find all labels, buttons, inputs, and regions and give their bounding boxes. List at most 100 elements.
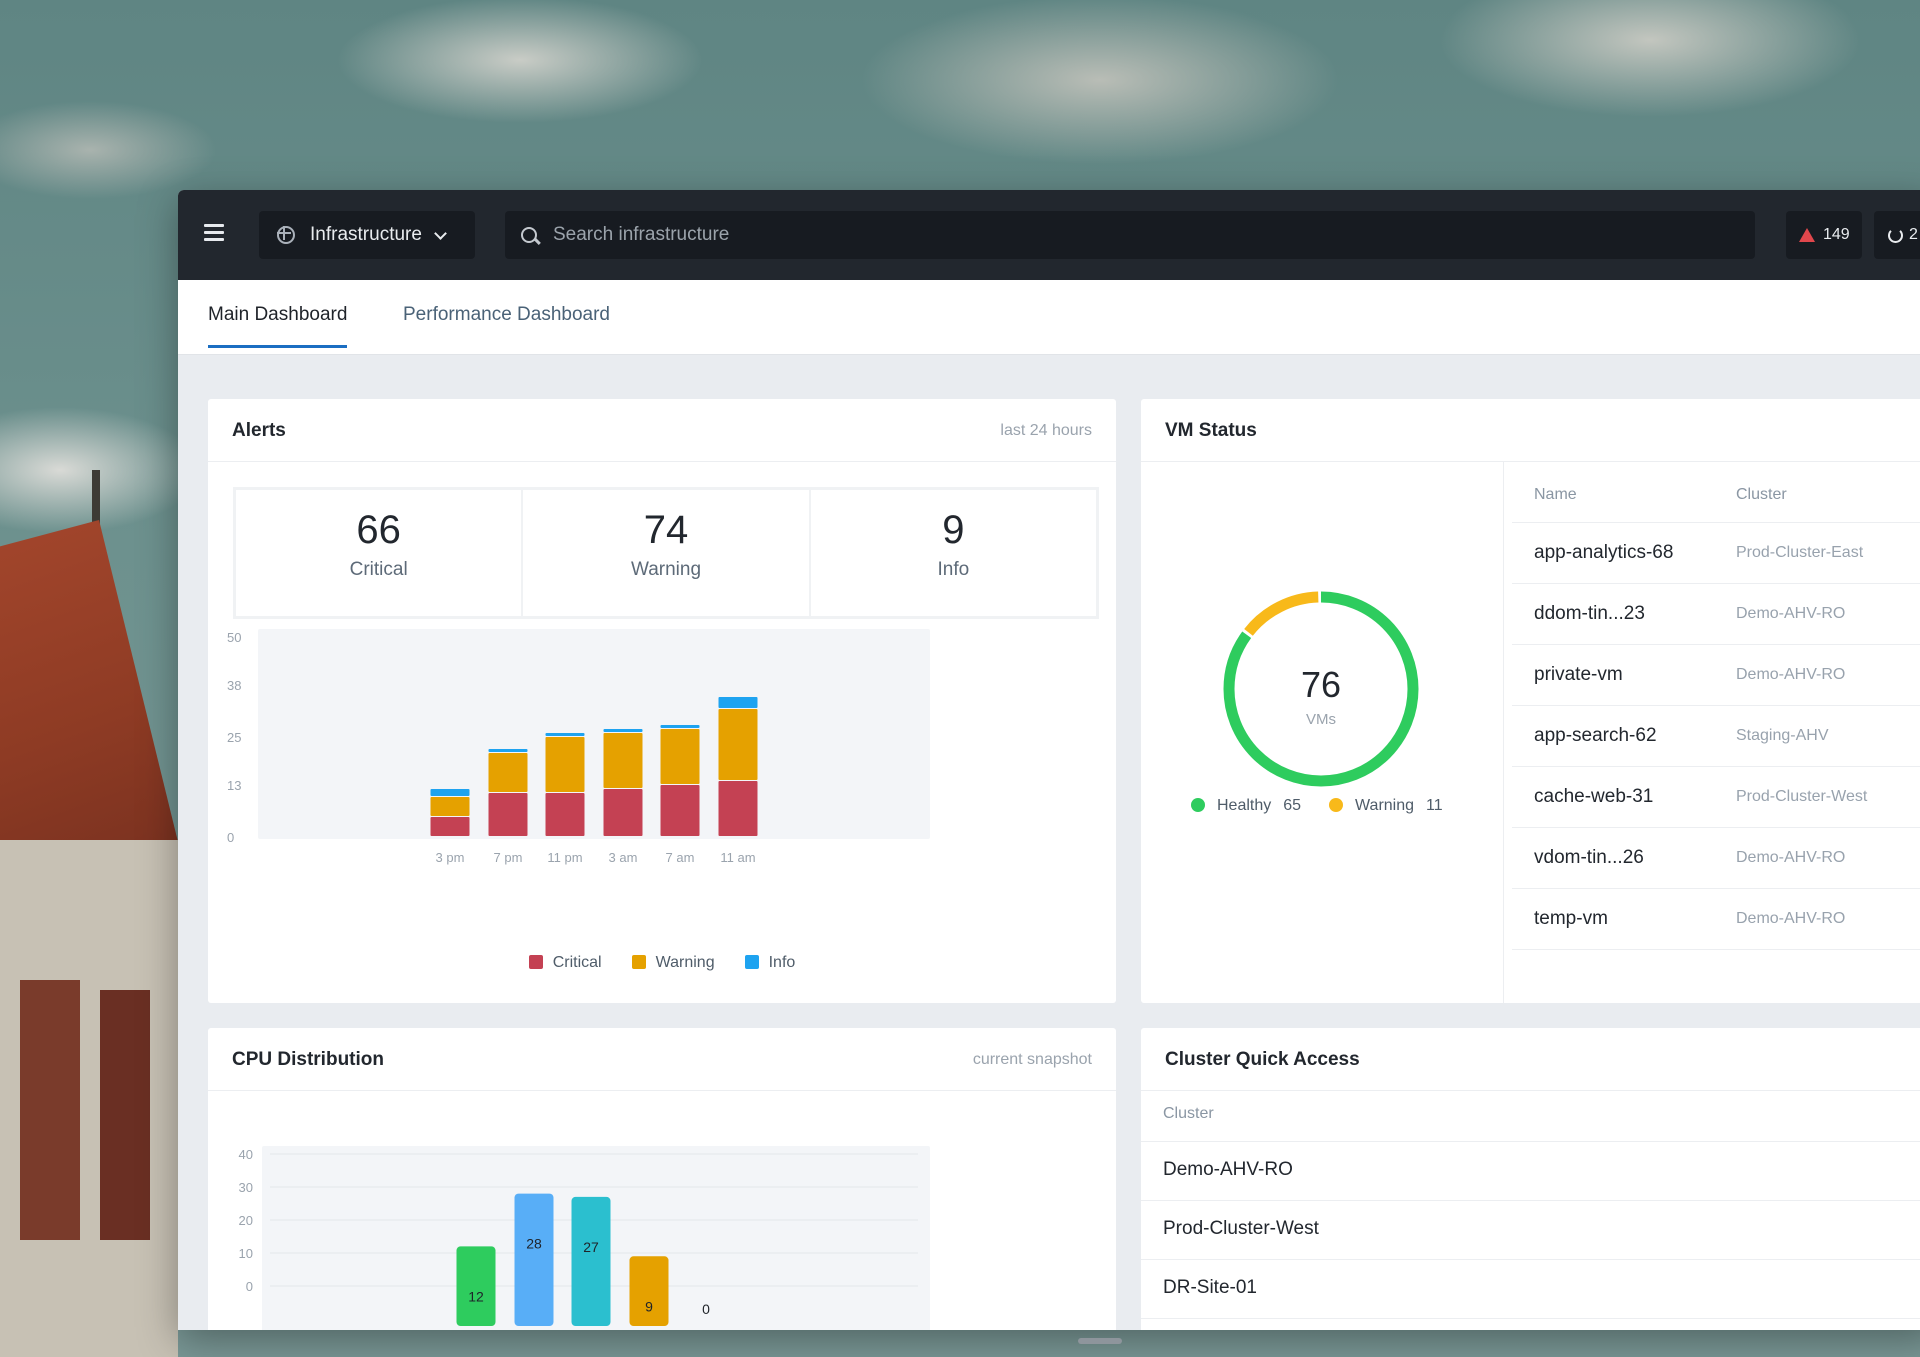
table-row[interactable]: cache-web-31 Prod-Cluster-West [1512,766,1920,828]
bar-segment-warning [430,797,470,816]
warning-swatch [631,955,646,969]
cluster-row[interactable]: Prod-Cluster-West [1141,1200,1920,1260]
search-icon [521,227,537,243]
legend-count: 11 [1426,797,1443,814]
legend-label: Info [768,954,796,971]
bar-value-label: 0 [702,1301,710,1317]
bar-segment-critical [430,817,470,836]
y-tick-label: 13 [227,778,241,793]
card-title: Alerts [232,420,286,441]
column-header-cluster[interactable]: Cluster [1736,486,1787,504]
table-row[interactable]: private-vm Demo-AHV-RO [1512,644,1920,706]
y-tick-label: 20 [239,1213,253,1228]
donut-total-label: VMs [1306,711,1336,728]
bar-segment-critical [718,781,758,836]
vm-name: cache-web-31 [1534,786,1654,807]
bar-value-label: 27 [583,1239,599,1255]
search-bar[interactable] [505,211,1755,259]
critical-swatch [528,955,543,969]
card-title: VM Status [1165,420,1257,441]
stat-value: 9 [942,508,965,552]
alerts-card: Alerts last 24 hours 66 Critical 74 Warn… [208,399,1116,1003]
tab-performance-dashboard[interactable]: Performance Dashboard [403,304,610,347]
tasks-count: 2 [1909,226,1918,243]
x-tick-label: 11 am [720,850,755,865]
x-tick-label: 3 pm [436,850,465,865]
x-tick-label: 7 pm [494,850,523,865]
alerts-count: 149 [1823,226,1850,243]
vm-status-card: VM Status f 76VMs Healthy65 Warning11 Na… [1141,399,1920,1003]
alerts-button[interactable]: 149 [1786,211,1862,259]
chevron-down-icon [434,226,447,240]
vm-name: app-analytics-68 [1534,542,1674,563]
vm-name: private-vm [1534,664,1623,685]
legend-item-info[interactable]: Info [744,954,796,972]
table-row[interactable]: app-analytics-68 Prod-Cluster-East [1512,522,1920,584]
bar-segment-critical [545,793,585,836]
vm-legend: Healthy 65 Warning 11 [1191,797,1443,815]
vm-cluster: Demo-AHV-RO [1736,666,1846,683]
legend-item-critical[interactable]: Critical [528,954,602,972]
y-tick-label: 50 [227,630,241,645]
y-tick-label: 10 [239,1246,253,1261]
cluster-row[interactable]: Demo-AHV-RO [1141,1141,1920,1201]
vm-name: vdom-tin...26 [1534,847,1644,868]
legend-item-healthy[interactable]: Healthy 65 [1191,797,1301,815]
table-row[interactable]: ddom-tin...23 Demo-AHV-RO [1512,583,1920,645]
bar-segment-warning [545,737,585,792]
vm-cluster: Prod-Cluster-East [1736,544,1864,561]
x-tick-label: 11 pm [547,850,582,865]
stat-value: 66 [356,508,401,552]
cluster-row[interactable]: DR-Site-01 [1141,1259,1920,1319]
tasks-button[interactable]: 2 [1874,211,1920,259]
globe-icon [277,226,295,244]
table-row[interactable]: temp-vm Demo-AHV-RO [1512,888,1920,950]
column-header-name[interactable]: Name [1534,486,1577,504]
vm-name: temp-vm [1534,908,1608,929]
dashboard-window: Infrastructure 149 2 Main Dashboard Perf… [178,190,1920,1330]
alert-summary: 66 Critical 74 Warning 9 Info [233,487,1099,619]
cpu-distribution-card: CPU Distribution current snapshot 40 30 20… [208,1028,1116,1330]
bar-segment-critical [488,793,528,836]
warning-icon [1799,228,1815,242]
stat-value: 74 [643,508,689,552]
cpu-bar [514,1193,554,1326]
cluster-name: Demo-AHV-RO [1163,1159,1293,1180]
cpu-bar [629,1256,669,1326]
x-tick-label: 7 am [666,850,695,865]
scope-selector[interactable]: Infrastructure [259,211,475,259]
tab-bar: Main Dashboard Performance Dashboard [178,280,1920,355]
tab-main-dashboard[interactable]: Main Dashboard [208,304,348,348]
vm-cluster: Demo-AHV-RO [1736,605,1846,622]
stat-warning[interactable]: 74 Warning [523,490,811,616]
vm-cluster: Staging-AHV [1736,727,1829,744]
plot-area [258,629,930,839]
y-tick-label: 30 [239,1180,253,1195]
table-row[interactable]: app-search-62 Staging-AHV [1512,705,1920,767]
legend-item-warning[interactable]: Warning 11 [1329,797,1443,815]
search-input[interactable] [551,223,1655,247]
table-row[interactable]: vdom-tin...26 Demo-AHV-RO [1512,827,1920,889]
bar-value-label: 9 [645,1298,653,1314]
resize-handle[interactable] [1078,1338,1122,1344]
table-row-divider [1512,949,1920,950]
vm-cluster: Demo-AHV-RO [1736,910,1846,927]
stat-info[interactable]: 9 Info [811,490,1096,616]
y-tick-label: 0 [227,830,234,845]
stat-critical[interactable]: 66 Critical [236,490,524,616]
column-header-cluster[interactable]: Cluster [1163,1105,1214,1123]
vm-cluster: Demo-AHV-RO [1736,849,1846,866]
bar-segment-critical [660,785,700,836]
y-tick-label: 25 [227,730,241,745]
cluster-quick-access-card: Cluster Quick Access Cluster Demo-AHV-RO… [1141,1028,1920,1330]
legend-item-warning[interactable]: Warning [631,954,715,972]
card-subtitle: last 24 hours [1000,422,1092,439]
card-subtitle: current snapshot [972,1051,1092,1068]
vm-name: ddom-tin...23 [1534,603,1645,624]
vm-name: app-search-62 [1534,725,1657,746]
healthy-dot [1191,798,1205,812]
cluster-name: DR-Site-01 [1163,1277,1257,1298]
cpu-bar [571,1196,611,1326]
hamburger-menu-icon[interactable] [204,224,224,244]
stat-label: Info [937,559,970,580]
